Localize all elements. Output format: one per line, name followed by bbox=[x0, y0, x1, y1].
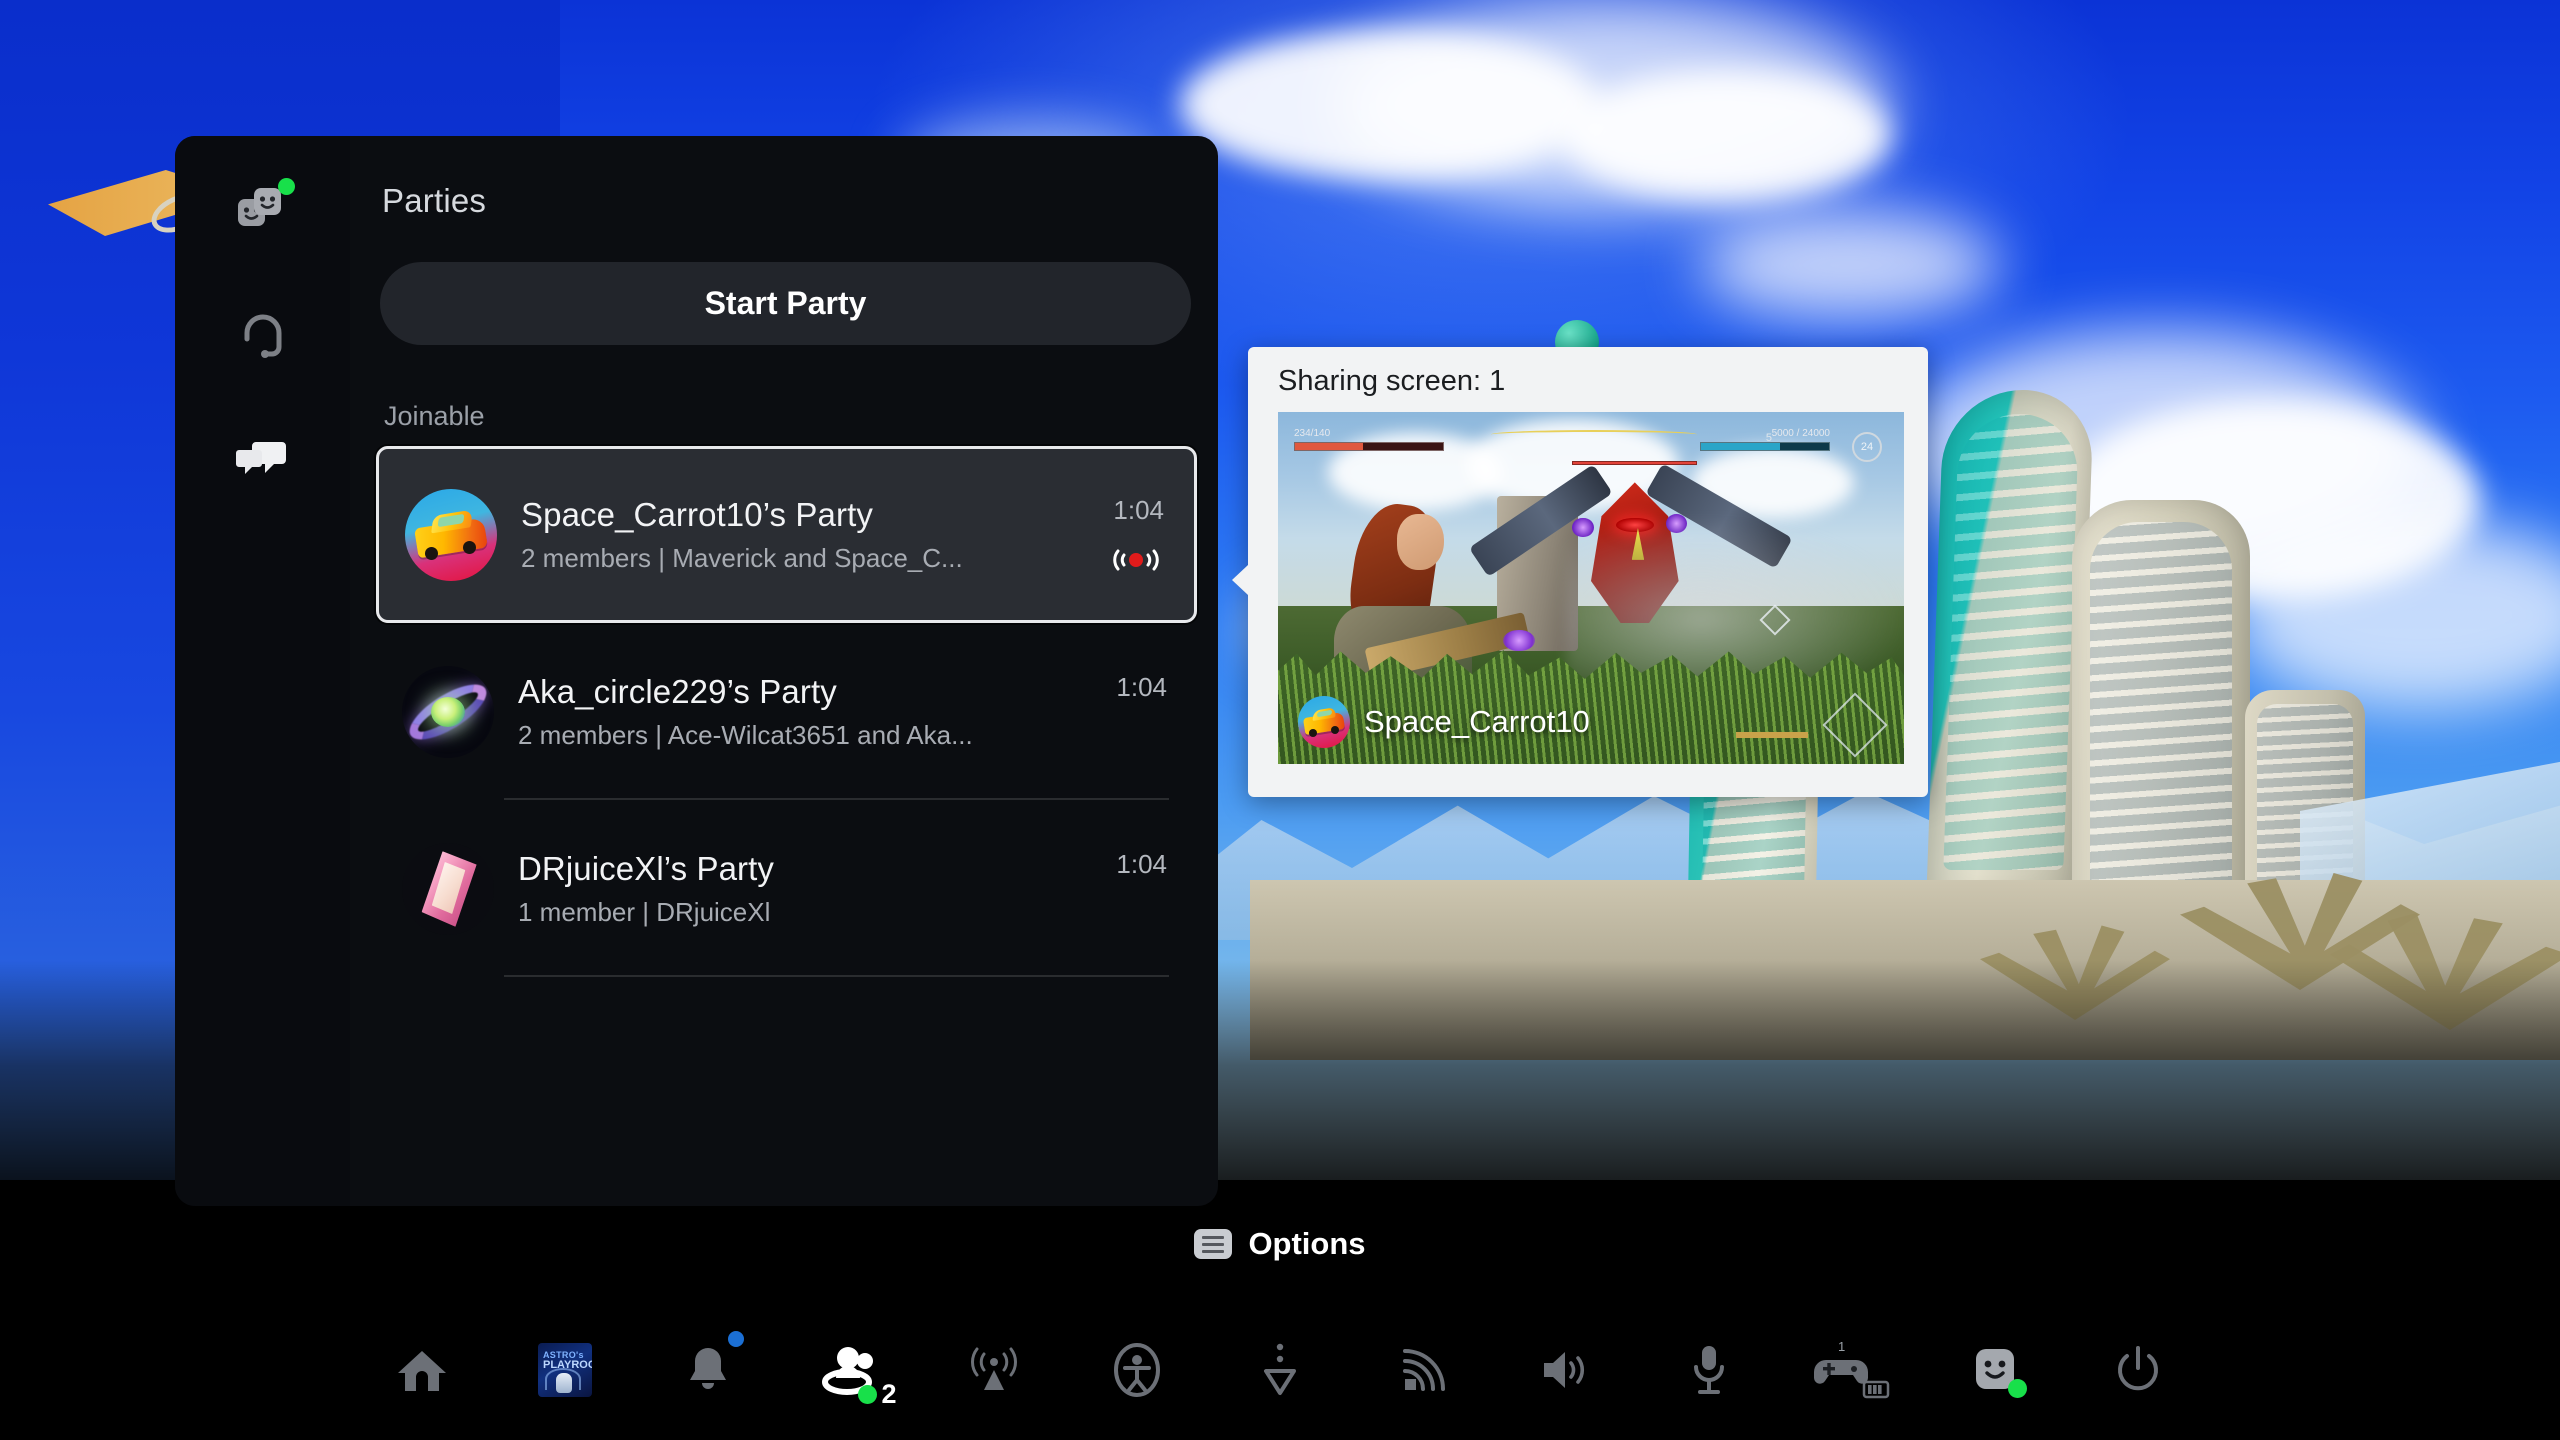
car-avatar-wheel bbox=[1331, 726, 1339, 734]
party-title: Space_Carrot10’s Party bbox=[521, 495, 873, 533]
party-list-item[interactable]: Space_Carrot10’s Party 2 members | Maver… bbox=[376, 446, 1197, 623]
party-info: Aka_circle229’s Party 2 members | Ace-Wi… bbox=[518, 673, 1116, 751]
party-time: 1:04 bbox=[1113, 494, 1164, 525]
hamburger-menu-icon bbox=[1194, 1229, 1233, 1259]
party-members: 2 members | Ace-Wilcat3651 and Aka... bbox=[518, 719, 973, 750]
parties-panel: Parties Start Party Joinable Space_Carro… bbox=[175, 136, 1218, 1206]
taskbar-item-network[interactable] bbox=[1352, 1315, 1495, 1425]
controller-icon: 1 bbox=[1814, 1339, 1890, 1399]
options-label: Options bbox=[1248, 1226, 1366, 1261]
cloud bbox=[1700, 210, 2000, 320]
galaxy-avatar-core bbox=[431, 696, 465, 727]
hud-xp-value: 5000 / 24000 bbox=[1771, 428, 1830, 439]
avatar bbox=[402, 665, 494, 758]
party-title: DRjuiceXl’s Party bbox=[518, 849, 774, 887]
control-center-taskbar: ASTRO's PLAYROOM 2 bbox=[0, 1300, 2560, 1440]
party-info: Space_Carrot10’s Party 2 members | Maver… bbox=[521, 496, 1108, 574]
hud-ammo-bar bbox=[1736, 732, 1808, 738]
structure-tower bbox=[1925, 390, 2095, 910]
party-member-count: 2 bbox=[881, 1379, 897, 1409]
headset-icon bbox=[244, 314, 281, 358]
taskbar-item-microphone[interactable] bbox=[1638, 1315, 1781, 1425]
volume-icon bbox=[1544, 1352, 1585, 1388]
taskbar-item-game[interactable]: ASTRO's PLAYROOM bbox=[494, 1315, 637, 1425]
section-label-joinable: Joinable bbox=[384, 401, 485, 431]
broadcast-icon bbox=[970, 1347, 1018, 1390]
shared-screen-thumbnail[interactable]: 234/140 5000 / 24000 24 5 Space_Carrot10 bbox=[1278, 412, 1904, 764]
chat-bubbles-icon bbox=[235, 442, 286, 474]
taskbar-item-volume[interactable] bbox=[1495, 1315, 1638, 1425]
joinable-party-list: Space_Carrot10’s Party 2 members | Maver… bbox=[376, 446, 1197, 977]
svg-text:1: 1 bbox=[1838, 1339, 1845, 1354]
avatar bbox=[405, 488, 497, 581]
power-icon bbox=[2118, 1346, 2158, 1391]
party-time: 1:04 bbox=[1116, 848, 1167, 879]
online-status-badge bbox=[857, 1385, 877, 1404]
panel-sidebar bbox=[175, 136, 350, 1206]
structure-tower bbox=[2072, 500, 2250, 930]
start-party-button[interactable]: Start Party bbox=[380, 262, 1191, 345]
list-divider bbox=[504, 975, 1169, 977]
home-icon bbox=[398, 1351, 446, 1391]
taskbar-item-broadcast[interactable] bbox=[923, 1315, 1066, 1425]
taskbar-item-power[interactable] bbox=[2067, 1315, 2210, 1425]
live-broadcast-badge bbox=[1108, 545, 1164, 575]
party-time: 1:04 bbox=[1116, 671, 1167, 702]
party-title: Aka_circle229’s Party bbox=[518, 672, 837, 710]
start-party-label: Start Party bbox=[704, 285, 867, 321]
online-status-badge bbox=[277, 178, 295, 195]
share-screen-title: Sharing screen: 1 bbox=[1278, 365, 1506, 397]
party-list-item[interactable]: DRjuiceXl’s Party 1 member | DRjuiceXl 1… bbox=[376, 800, 1197, 977]
hud-level-badge: 24 bbox=[1852, 432, 1882, 462]
taskbar-item-profile[interactable] bbox=[1924, 1315, 2067, 1425]
party-meta: 1:04 bbox=[1116, 666, 1167, 758]
notifications-bell-icon bbox=[690, 1348, 726, 1389]
panel-content: Parties Start Party Joinable Space_Carro… bbox=[350, 136, 1218, 1206]
accessibility-icon bbox=[1114, 1343, 1160, 1397]
taskbar-item-notifications[interactable] bbox=[637, 1315, 780, 1425]
notification-badge bbox=[727, 1331, 744, 1347]
sidebar-item-messages[interactable] bbox=[224, 420, 302, 498]
card-pointer bbox=[1232, 565, 1248, 595]
player-character-face bbox=[1396, 514, 1444, 571]
car-avatar-wheel bbox=[425, 546, 438, 560]
downloads-icon bbox=[1264, 1343, 1296, 1395]
sharing-user: Space_Carrot10 bbox=[1298, 696, 1590, 748]
microphone-icon bbox=[1694, 1346, 1724, 1394]
player-character-bow-glow bbox=[1503, 630, 1535, 652]
taskbar-item-downloads[interactable] bbox=[1209, 1315, 1352, 1425]
taskbar-item-controller[interactable]: 1 bbox=[1781, 1315, 1924, 1425]
share-screen-card[interactable]: Sharing screen: 1 234/140 5000 / 24000 2… bbox=[1232, 347, 1928, 797]
car-avatar-wheel bbox=[1309, 729, 1317, 737]
machine-health-bar bbox=[1572, 461, 1698, 466]
cloud bbox=[1560, 70, 1890, 200]
taskbar-item-game-base[interactable]: 2 bbox=[780, 1315, 923, 1425]
car-avatar-wheel bbox=[463, 540, 476, 554]
sidebar-item-voice-chat[interactable] bbox=[224, 296, 302, 374]
broadcasting-icon bbox=[1113, 549, 1159, 570]
hud-ammo-count: 5 bbox=[1765, 432, 1772, 444]
party-info: DRjuiceXl’s Party 1 member | DRjuiceXl bbox=[518, 850, 1116, 928]
party-list-item[interactable]: Aka_circle229’s Party 2 members | Ace-Wi… bbox=[376, 623, 1197, 800]
taskbar-item-accessibility[interactable] bbox=[1066, 1315, 1209, 1425]
sidebar-item-game-base[interactable] bbox=[224, 172, 302, 250]
party-meta: 1:04 bbox=[1116, 843, 1167, 935]
avatar bbox=[402, 842, 494, 935]
game-tile-robot bbox=[556, 1373, 572, 1393]
game-tile-icon: ASTRO's PLAYROOM bbox=[538, 1343, 592, 1397]
online-status-badge bbox=[2007, 1379, 2027, 1398]
page-title: Parties bbox=[382, 182, 487, 219]
hud-health-value: 234/140 bbox=[1294, 428, 1331, 439]
sharing-user-name: Space_Carrot10 bbox=[1364, 704, 1590, 739]
party-members: 1 member | DRjuiceXl bbox=[518, 896, 771, 927]
avatar bbox=[1298, 696, 1350, 748]
party-meta: 1:04 bbox=[1108, 489, 1164, 581]
hud-health-bar bbox=[1294, 442, 1444, 451]
options-bar[interactable]: Options bbox=[0, 1226, 2560, 1262]
party-members: 2 members | Maverick and Space_C... bbox=[521, 542, 963, 573]
hud-weapon-wheel bbox=[1490, 430, 1698, 439]
network-icon bbox=[1403, 1349, 1445, 1391]
taskbar-item-home[interactable] bbox=[351, 1315, 494, 1425]
